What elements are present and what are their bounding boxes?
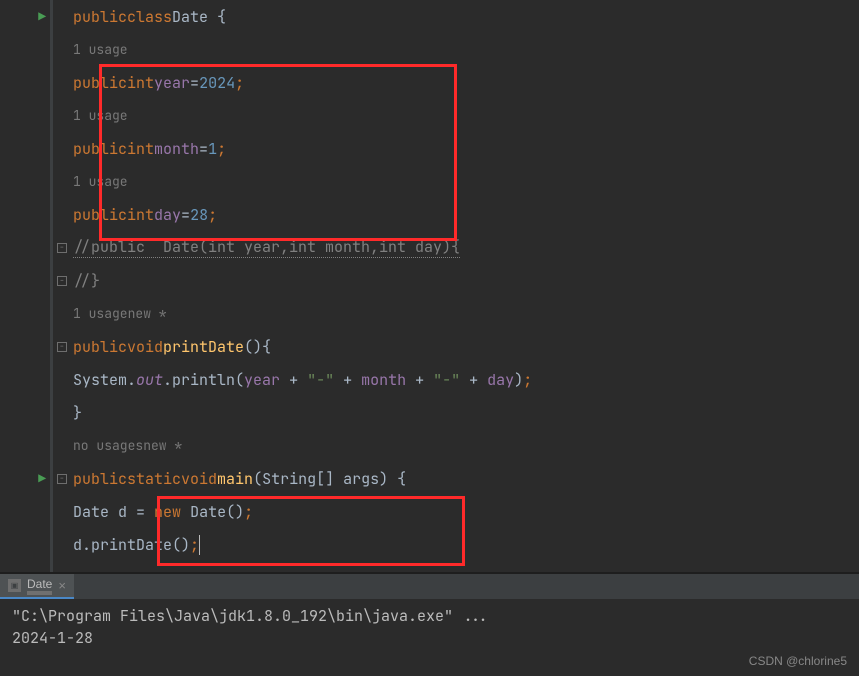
console-output[interactable]: "C:\Program Files\Java\jdk1.8.0_192\bin\…	[0, 599, 859, 655]
watermark: CSDN @chlorine5	[749, 654, 847, 668]
code-line[interactable]: Date d = new Date();	[73, 495, 859, 528]
console-tab-icon: ▣	[8, 579, 21, 592]
code-line[interactable]: d.printDate();	[73, 528, 859, 561]
console-tab-date[interactable]: ▣ Date ×	[0, 574, 74, 599]
gutter: ▶ ▶	[0, 0, 50, 572]
console-panel: ▣ Date × "C:\Program Files\Java\jdk1.8.0…	[0, 572, 859, 676]
close-icon[interactable]: ×	[58, 578, 66, 593]
usage-hint[interactable]: 1 usage new *	[73, 297, 859, 330]
code-content[interactable]: public class Date { 1 usage public int y…	[71, 0, 859, 572]
run-icon[interactable]: ▶	[38, 8, 46, 25]
code-line[interactable]: }	[73, 396, 859, 429]
console-line: 2024-1-28	[12, 627, 847, 649]
code-editor[interactable]: ▶ ▶ − - − −	[0, 0, 859, 572]
code-line[interactable]: public int year=2024;	[73, 66, 859, 99]
text-caret	[199, 535, 200, 555]
fold-expand-icon[interactable]: -	[57, 276, 67, 286]
code-line[interactable]: public int month=1;	[73, 132, 859, 165]
scrollbar[interactable]	[847, 0, 859, 572]
code-line[interactable]: public int day=28;	[73, 198, 859, 231]
usage-hint[interactable]: 1 usage	[73, 165, 859, 198]
fold-collapse-icon[interactable]: −	[57, 342, 67, 352]
console-tabbar: ▣ Date ×	[0, 573, 859, 599]
run-icon[interactable]: ▶	[38, 470, 46, 487]
code-line[interactable]: public void printDate(){	[73, 330, 859, 363]
usage-hint[interactable]: 1 usage	[73, 99, 859, 132]
code-line[interactable]: public class Date {	[73, 0, 859, 33]
code-line[interactable]: System.out.println(year + "-" + month + …	[73, 363, 859, 396]
fold-gutter: − - − −	[53, 0, 71, 572]
usage-hint[interactable]: 1 usage	[73, 33, 859, 66]
console-line: "C:\Program Files\Java\jdk1.8.0_192\bin\…	[12, 605, 847, 627]
code-line[interactable]: //}	[73, 264, 859, 297]
console-tab-label: Date	[27, 577, 52, 595]
code-line[interactable]: //public Date(int year,int month,int day…	[73, 231, 859, 264]
fold-collapse-icon[interactable]: −	[57, 474, 67, 484]
code-line[interactable]: public static void main(String[] args) {	[73, 462, 859, 495]
fold-collapse-icon[interactable]: −	[57, 243, 67, 253]
usage-hint[interactable]: no usages new *	[73, 429, 859, 462]
